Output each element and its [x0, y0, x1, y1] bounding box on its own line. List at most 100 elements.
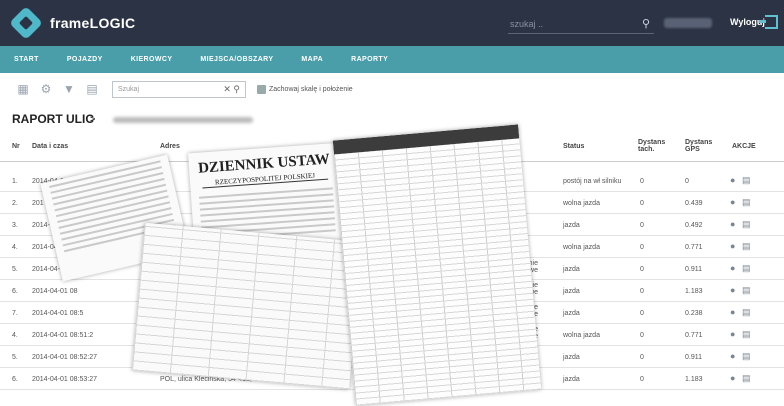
details-icon[interactable]: ▤ — [742, 307, 751, 318]
cell-gps: 0.771 — [685, 332, 703, 339]
cell-goal: spotkanie handlowe — [508, 370, 538, 384]
cell-status: jazda — [563, 310, 580, 317]
cell-nr: 6. — [12, 288, 18, 295]
cell-tach: 0 — [640, 222, 644, 229]
details-icon[interactable]: ▤ — [742, 219, 751, 230]
map-icon[interactable]: ▦ — [16, 82, 30, 96]
table-row[interactable]: 6. 2014-04-01 08:53:27 POL, ulica Klecińsk… — [0, 368, 784, 390]
details-icon[interactable]: ▤ — [742, 241, 751, 252]
cell-gps: 0.238 — [685, 310, 703, 317]
filter-icon[interactable]: ▼ — [62, 82, 76, 96]
map-pin-icon[interactable]: ● — [730, 241, 735, 251]
nav-start[interactable]: START — [0, 56, 53, 63]
logout-icon[interactable] — [759, 15, 778, 29]
col-duration[interactable]: Długość — [438, 143, 466, 150]
cell-nr: 2. — [12, 200, 18, 207]
cell-nr: 4. — [12, 332, 18, 339]
col-dist-gps[interactable]: Dystans GPS — [685, 139, 715, 153]
keep-scale-label: Zachowaj skalę i położenie — [269, 86, 353, 93]
cell-nr: 7. — [12, 310, 18, 317]
cell-tach: 0 — [640, 200, 644, 207]
table-row[interactable]: 2. 201 wolna jazda 0 0.439 ● ▤ — [0, 192, 784, 214]
cell-goal: spotkanie handlowe — [508, 304, 538, 318]
cell-gps: 0.492 — [685, 222, 703, 229]
cell-gps: 1.183 — [685, 376, 703, 383]
top-search-placeholder: szukaj .. — [510, 18, 544, 29]
filter-input[interactable]: Szukaj ✕ ⚲ — [112, 81, 246, 98]
nav-places[interactable]: MIEJSCA/OBSZARY — [186, 56, 287, 63]
table-row[interactable]: 5. 2014-04-01 08:52:27 spotkanie handlowe j… — [0, 346, 784, 368]
nav-drivers[interactable]: KIEROWCY — [117, 56, 187, 63]
map-pin-icon[interactable]: ● — [730, 175, 735, 185]
table-row[interactable]: 1. 2014-04-01 08:49:22 postój na wł silnik… — [0, 170, 784, 192]
filter-placeholder: Szukaj — [118, 86, 140, 93]
main-nav: START POJAZDY KIEROWCY MIEJSCA/OBSZARY M… — [0, 46, 784, 73]
map-pin-icon[interactable]: ● — [730, 285, 735, 295]
nav-map[interactable]: MAPA — [287, 56, 337, 63]
keep-scale-checkbox[interactable]: Zachowaj skalę i położenie — [257, 85, 353, 94]
col-datetime[interactable]: Data i czas — [32, 143, 68, 150]
col-dist-tach[interactable]: Dystans tach. — [638, 139, 672, 153]
toolbar: ▦ ⚙ ▼ ▤ — [16, 82, 99, 96]
cell-status: jazda — [563, 354, 580, 361]
cell-tach: 0 — [640, 354, 644, 361]
breadcrumb-arrow: > — [90, 114, 96, 124]
map-pin-icon[interactable]: ● — [730, 219, 735, 229]
cell-status: wolna jazda — [563, 332, 600, 339]
cell-dt: 2014-04-01 08:51:2 — [32, 332, 94, 339]
app-logo[interactable]: frameLOGIC — [9, 6, 136, 40]
details-icon[interactable]: ▤ — [742, 285, 751, 296]
details-icon[interactable]: ▤ — [742, 175, 751, 186]
nav-vehicles[interactable]: POJAZDY — [53, 56, 117, 63]
col-goal[interactable]: Cel — [508, 143, 519, 150]
col-address[interactable]: Adres — [160, 143, 180, 150]
cell-nr: 5. — [12, 266, 18, 273]
cell-tach: 0 — [640, 244, 644, 251]
map-pin-icon[interactable]: ● — [730, 197, 735, 207]
cell-gps: 0.439 — [685, 200, 703, 207]
table-row[interactable]: 5. 2014-04-01 spotkanie handlowe jazda 0 0.91… — [0, 258, 784, 280]
gear-icon[interactable]: ⚙ — [39, 82, 53, 96]
map-pin-icon[interactable]: ● — [730, 329, 735, 339]
clear-search-icon[interactable]: ✕ ⚲ — [223, 84, 240, 95]
nav-reports[interactable]: RAPORTY — [337, 56, 402, 63]
cell-status: wolna jazda — [563, 244, 600, 251]
checkbox-box[interactable] — [257, 85, 266, 94]
map-pin-icon[interactable]: ● — [730, 373, 735, 383]
report-subject-blurred — [113, 117, 253, 123]
cell-status: jazda — [563, 266, 580, 273]
details-icon[interactable]: ▤ — [742, 329, 751, 340]
table-row[interactable]: 3. 2014- jazda 0 0.492 ● ▤ — [0, 214, 784, 236]
col-nr[interactable]: Nr — [12, 143, 20, 150]
search-icon[interactable]: ⚲ — [642, 17, 650, 30]
table-row[interactable]: 6. 2014-04-01 08 spotkanie handlowe jazda 0 1… — [0, 280, 784, 302]
report-title: RAPORT ULIC — [12, 112, 94, 126]
cell-goal: spotkanie handlowe — [508, 260, 538, 274]
logo-icon — [9, 6, 43, 40]
details-icon[interactable]: ▤ — [742, 197, 751, 208]
top-search-input[interactable]: szukaj .. ⚲ — [508, 14, 654, 34]
cell-dt: 2014-04-01 08:49:22 — [32, 178, 97, 185]
map-pin-icon[interactable]: ● — [730, 263, 735, 273]
app-name: frameLOGIC — [50, 15, 136, 31]
user-name-blurred — [664, 18, 712, 28]
map-pin-icon[interactable]: ● — [730, 351, 735, 361]
cell-dt: 2014-04-01 08:53:27 — [32, 376, 97, 383]
cell-status: jazda — [563, 222, 580, 229]
cell-nr: 1. — [12, 178, 18, 185]
details-icon[interactable]: ▤ — [742, 351, 751, 362]
map-pin-icon[interactable]: ● — [730, 307, 735, 317]
details-icon[interactable]: ▤ — [742, 263, 751, 274]
cell-gps: 1.183 — [685, 288, 703, 295]
cell-dt: 2014-04-01 08 — [32, 288, 78, 295]
cell-goal: spotkanie handlowe — [508, 348, 538, 362]
col-status[interactable]: Status — [563, 143, 584, 150]
cell-goal: spotkanie handlowe — [508, 282, 538, 296]
document-icon[interactable]: ▤ — [85, 82, 99, 96]
cell-tach: 0 — [640, 266, 644, 273]
cell-status: wolna jazda — [563, 200, 600, 207]
table-row[interactable]: 4. 2014-04-01 08:51:2 spotkanie handlowe wo… — [0, 324, 784, 346]
table-row[interactable]: 7. 2014-04-01 08:5 spotkanie handlowe jazda… — [0, 302, 784, 324]
table-row[interactable]: 4. 2014-04- wolna jazda 0 0.771 ● ▤ — [0, 236, 784, 258]
details-icon[interactable]: ▤ — [742, 373, 751, 384]
